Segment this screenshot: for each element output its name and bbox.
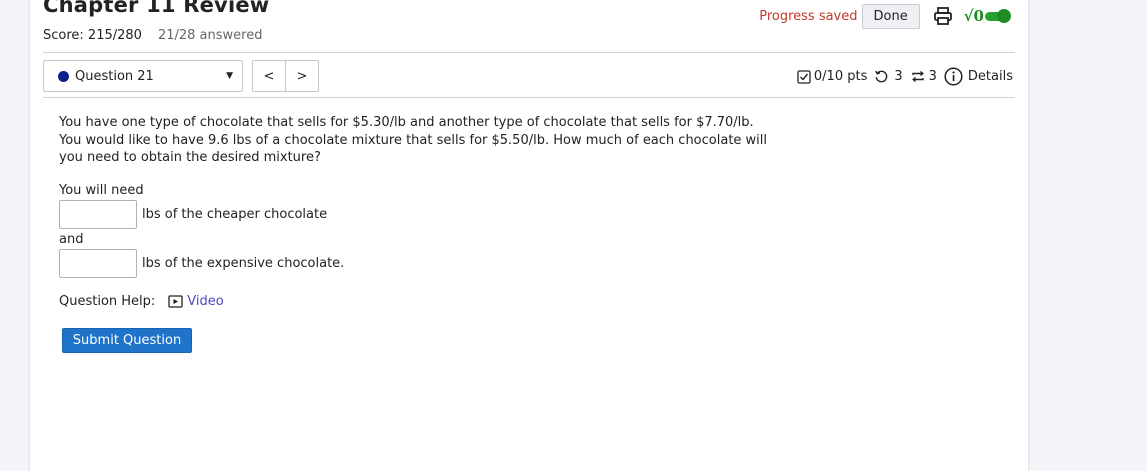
previous-question-button[interactable]: < (252, 60, 286, 92)
math-toggle-switch[interactable] (985, 9, 1011, 23)
cheaper-chocolate-input[interactable] (59, 200, 137, 229)
caret-down-icon: ▼ (226, 71, 233, 81)
question-selector[interactable]: Question 21 ▼ (43, 60, 243, 92)
toggle-knob (997, 9, 1011, 23)
attempts-icon (911, 70, 924, 83)
header-divider (43, 52, 1015, 53)
sqrt-icon: √0 (963, 7, 984, 25)
checkbox-icon (797, 69, 811, 84)
score-summary: Score: 215/280 21/28 answered (43, 28, 262, 43)
submit-question-button[interactable]: Submit Question (62, 328, 192, 353)
printer-icon[interactable] (933, 6, 953, 26)
question-selector-label: Question 21 (75, 68, 154, 84)
progress-saved-status: Progress saved (759, 8, 858, 24)
expensive-chocolate-label: lbs of the expensive chocolate. (142, 256, 345, 271)
retries-count: 3 (894, 69, 903, 84)
attempts-count: 3 (928, 69, 937, 84)
expensive-answer-row: lbs of the expensive chocolate. (59, 249, 344, 278)
retry-icon (875, 70, 888, 83)
details-link[interactable]: Details (968, 69, 1013, 84)
points-text: 0/10 pts (813, 69, 868, 84)
you-will-need-label: You will need (59, 183, 144, 198)
question-help: Question Help: Video (59, 294, 224, 309)
done-button[interactable]: Done (861, 3, 920, 29)
next-question-button[interactable]: > (285, 60, 319, 92)
page-title: Chapter 11 Review (43, 0, 270, 17)
question-meta: 0/10 pts 3 3 Details (797, 67, 1013, 86)
and-label: and (59, 232, 84, 247)
question-text: You have one type of chocolate that sell… (59, 115, 768, 165)
question-status-dot (58, 70, 69, 82)
question-divider (43, 97, 1015, 98)
cheaper-chocolate-label: lbs of the cheaper chocolate (142, 207, 328, 222)
answered-count: 21/28 answered (157, 28, 263, 43)
expensive-chocolate-input[interactable] (59, 249, 137, 278)
assignment-panel: Chapter 11 Review Score: 215/280 21/28 an… (29, 0, 1029, 471)
toolbar: Progress saved Done √0 (759, 3, 1011, 29)
score-text: Score: 215/280 (43, 28, 142, 43)
cheaper-answer-row: lbs of the cheaper chocolate (59, 200, 327, 229)
video-icon[interactable] (168, 295, 183, 308)
info-icon[interactable] (944, 67, 963, 86)
question-help-label: Question Help: (59, 294, 156, 309)
video-link[interactable]: Video (187, 294, 223, 309)
